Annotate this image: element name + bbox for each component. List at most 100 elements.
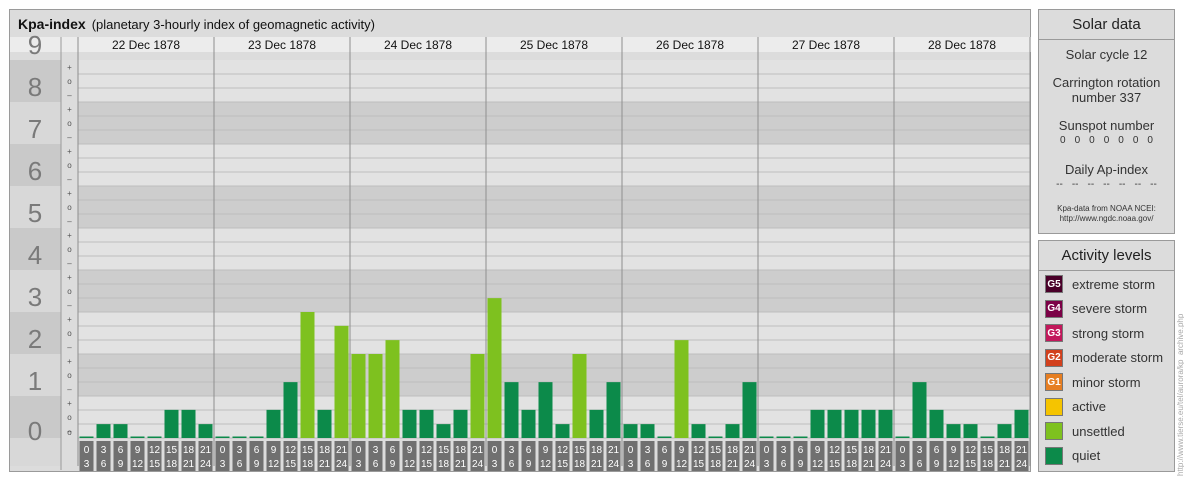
interval-start-label: 12 bbox=[421, 445, 433, 456]
kp-bar bbox=[827, 409, 842, 438]
activity-level-row: G4 severe storm bbox=[1045, 299, 1147, 319]
plot-band bbox=[78, 270, 1030, 312]
activity-level-swatch bbox=[1045, 446, 1063, 465]
interval-end-label: 9 bbox=[934, 459, 940, 470]
activity-level-label: active bbox=[1072, 399, 1106, 414]
interval-start-label: 3 bbox=[645, 445, 651, 456]
kp-bar bbox=[249, 436, 264, 438]
chart-title-main: Kpa-index bbox=[18, 16, 86, 32]
kp-bar bbox=[691, 424, 706, 438]
sunspot-value: 0 bbox=[1132, 135, 1139, 146]
interval-start-label: 21 bbox=[608, 445, 620, 456]
kp-bar bbox=[793, 436, 808, 438]
kp-bar bbox=[385, 340, 400, 438]
interval-end-label: 21 bbox=[727, 459, 739, 470]
y-tick-label: 6 bbox=[28, 156, 42, 186]
interval-start-label: 15 bbox=[166, 445, 178, 456]
activity-level-swatch bbox=[1045, 422, 1063, 440]
interval-start-label: 21 bbox=[472, 445, 484, 456]
kp-bar bbox=[640, 424, 655, 438]
chart-title: Kpa-index (planetary 3-hourly index of ge… bbox=[18, 16, 375, 32]
day-label: 22 Dec 1878 bbox=[112, 38, 180, 52]
y-minor-mark: + bbox=[67, 357, 72, 366]
interval-start-label: 6 bbox=[798, 445, 804, 456]
activity-level-swatch: G2 bbox=[1045, 348, 1063, 367]
y-tick-label: 9 bbox=[28, 30, 42, 60]
y-tick-label: 1 bbox=[28, 366, 42, 396]
day-label: 23 Dec 1878 bbox=[248, 38, 316, 52]
kp-bar bbox=[776, 436, 791, 438]
y-tick-label: 4 bbox=[28, 240, 42, 270]
interval-start-label: 15 bbox=[438, 445, 450, 456]
sunspot-values: 0000000 bbox=[1039, 135, 1174, 146]
carrington-line-2: number 337 bbox=[1071, 90, 1142, 105]
kp-bar bbox=[946, 424, 961, 438]
kp-bar bbox=[470, 354, 485, 438]
interval-end-label: 24 bbox=[1016, 459, 1028, 470]
kp-bar bbox=[929, 409, 944, 438]
y-tick-label: 2 bbox=[28, 324, 42, 354]
sunspot-value: 0 bbox=[1074, 135, 1081, 146]
interval-end-label: 3 bbox=[356, 459, 362, 470]
kp-bar bbox=[181, 409, 196, 438]
ap-value: -- bbox=[1134, 179, 1142, 190]
y-minor-mark: o bbox=[67, 287, 72, 296]
interval-start-label: 9 bbox=[407, 445, 413, 456]
y-minor-mark: o bbox=[67, 245, 72, 254]
y-minor-mark: o bbox=[67, 428, 72, 437]
kp-bar bbox=[368, 354, 383, 438]
kp-bar bbox=[912, 382, 927, 438]
y-minor-mark: – bbox=[67, 91, 72, 100]
plot-band bbox=[78, 144, 1030, 186]
interval-start-label: 18 bbox=[319, 445, 331, 456]
plot-band bbox=[78, 354, 1030, 396]
interval-end-label: 15 bbox=[149, 459, 161, 470]
interval-end-label: 18 bbox=[982, 459, 994, 470]
interval-end-label: 12 bbox=[132, 459, 144, 470]
interval-start-label: 6 bbox=[662, 445, 668, 456]
day-label: 27 Dec 1878 bbox=[792, 38, 860, 52]
kp-bar bbox=[521, 409, 536, 438]
kp-bar bbox=[674, 340, 689, 438]
interval-end-label: 6 bbox=[237, 459, 243, 470]
interval-start-label: 21 bbox=[336, 445, 348, 456]
activity-level-label: unsettled bbox=[1072, 423, 1125, 439]
kp-bar bbox=[606, 382, 621, 438]
interval-start-label: 0 bbox=[84, 445, 90, 456]
y-minor-mark: + bbox=[67, 189, 72, 198]
day-label: 25 Dec 1878 bbox=[520, 38, 588, 52]
sunspot-value: 0 bbox=[1089, 135, 1095, 146]
interval-start-label: 18 bbox=[183, 445, 195, 456]
y-minor-mark: + bbox=[67, 147, 72, 156]
interval-end-label: 15 bbox=[421, 459, 433, 470]
interval-start-label: 3 bbox=[373, 445, 379, 456]
kp-bar bbox=[708, 436, 723, 438]
interval-start-label: 6 bbox=[390, 445, 396, 456]
interval-end-label: 18 bbox=[846, 459, 858, 470]
kp-bar bbox=[317, 409, 332, 438]
interval-start-label: 15 bbox=[710, 445, 722, 456]
kp-bar bbox=[623, 424, 638, 438]
y-minor-mark: o bbox=[67, 77, 72, 86]
kp-bar bbox=[861, 409, 876, 438]
interval-end-label: 21 bbox=[319, 459, 331, 470]
interval-end-label: 6 bbox=[645, 459, 651, 470]
interval-end-label: 21 bbox=[863, 459, 875, 470]
kp-bar bbox=[980, 436, 995, 438]
kp-bar bbox=[266, 409, 281, 438]
interval-start-label: 12 bbox=[693, 445, 705, 456]
y-minor-mark: – bbox=[67, 301, 72, 310]
solar-data-panel: Solar data Solar cycle 12 Carrington rot… bbox=[1038, 9, 1175, 234]
kp-bar bbox=[589, 409, 604, 438]
solar-data-heading: Solar data bbox=[1039, 10, 1174, 40]
interval-start-label: 6 bbox=[934, 445, 940, 456]
interval-end-label: 12 bbox=[812, 459, 824, 470]
y-minor-mark: – bbox=[67, 133, 72, 142]
interval-start-label: 0 bbox=[628, 445, 634, 456]
interval-end-label: 3 bbox=[492, 459, 498, 470]
interval-start-label: 9 bbox=[951, 445, 957, 456]
interval-start-label: 9 bbox=[815, 445, 821, 456]
y-minor-mark: + bbox=[67, 315, 72, 324]
interval-end-label: 3 bbox=[84, 459, 90, 470]
activity-level-label: extreme storm bbox=[1072, 276, 1156, 292]
